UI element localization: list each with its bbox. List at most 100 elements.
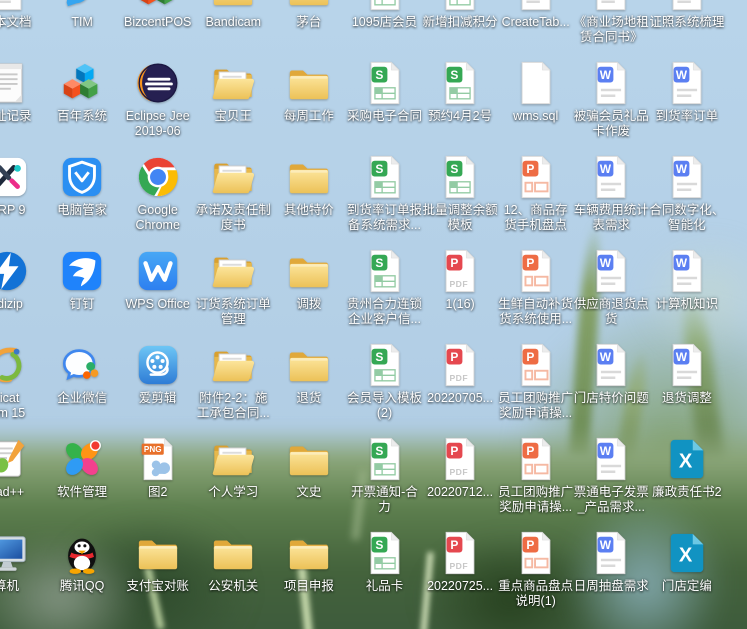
desktop-icon[interactable]: 宝贝王 (195, 60, 271, 124)
desktop-icon[interactable]: 其他特价 (271, 154, 347, 218)
desktop-icon[interactable]: 百年系统 (44, 60, 120, 124)
desktop-icon[interactable]: 网址记录 (0, 60, 45, 124)
desktop-icon[interactable]: PPDF20220725... (422, 530, 498, 594)
desktop-icon[interactable]: 软件管理 (44, 436, 120, 500)
desktop-icon[interactable]: 承诺及责任制 度书 (195, 154, 271, 233)
desktop-icon[interactable]: W退货调整 (649, 342, 725, 406)
icon-label: 票通电子发票 _产品需求... (573, 485, 649, 515)
desktop-icon[interactable]: W 门店特价问题 (573, 342, 649, 406)
svg-text:X: X (679, 451, 693, 473)
word-doc-icon: W (664, 60, 710, 106)
desktop-icon[interactable]: 钉钉 (44, 248, 120, 312)
svg-text:S: S (451, 162, 459, 176)
desktop-icon[interactable]: 支付宝对账 (120, 530, 196, 594)
desktop-icon[interactable]: CreateTab... (498, 0, 574, 30)
icon-label: 钉钉 (44, 297, 120, 312)
desktop-icon[interactable]: 茅台 (271, 0, 347, 30)
desktop-icon[interactable]: S开票通知-合 力 (347, 436, 423, 515)
x-doc-icon: X (664, 530, 710, 576)
desktop-icon[interactable]: S新增扣减积分 (422, 0, 498, 30)
desktop-icon[interactable]: W车辆费用统计 表需求 (573, 154, 649, 233)
desktop-icon[interactable]: 附件2-2：施 工承包合同... (195, 342, 271, 421)
desktop-icon[interactable]: S1095店会员 (347, 0, 423, 30)
desktop-icon[interactable]: 调拨 (271, 248, 347, 312)
icon-label: 预约4月2号 (422, 109, 498, 124)
desktop-icon[interactable]: Eclipse Jee 2019-06 (120, 60, 196, 139)
desktop-icon[interactable]: S到货率订单报 备系统需求... (347, 154, 423, 233)
desktop-icon[interactable]: S采购电子合同 (347, 60, 423, 124)
desktop-icon[interactable]: 退货 (271, 342, 347, 406)
svg-text:PDF: PDF (450, 561, 469, 571)
icon-label: 算机 (0, 579, 45, 594)
desktop-icon[interactable]: TIM (44, 0, 120, 30)
desktop-icon[interactable]: PNG图2 (120, 436, 196, 500)
svg-text:X: X (679, 545, 693, 567)
icon-label: Bandicam (195, 15, 271, 30)
pdf-doc-icon: PPDF (437, 248, 483, 294)
desktop-icon[interactable]: pad++ (0, 436, 45, 500)
desktop-icon[interactable]: 证照系统梳理 (649, 0, 725, 30)
svg-text:S: S (375, 68, 383, 82)
icon-label: 到货率订单 (649, 109, 725, 124)
icon-label: 门店特价问题 (573, 391, 649, 406)
icon-label: 软件管理 (44, 485, 120, 500)
desktop-icon[interactable]: S礼品卡 (347, 530, 423, 594)
desktop-icon[interactable]: wms.sql (498, 60, 574, 124)
desktop-icon[interactable]: 公安机关 (195, 530, 271, 594)
desktop-icon[interactable]: PPDF20220705... (422, 342, 498, 406)
desktop-icon[interactable]: BizcentPOS (120, 0, 196, 30)
desktop-icon[interactable]: W被骗会员礼品 卡作废 (573, 60, 649, 139)
desktop-icon[interactable]: 项目申报 (271, 530, 347, 594)
icon-label: 被骗会员礼品 卡作废 (573, 109, 649, 139)
desktop-icon[interactable]: Bandicam (195, 0, 271, 30)
desktop-icon[interactable]: PPDF1(16) (422, 248, 498, 312)
desktop-icon[interactable]: S批量调整余额 模板 (422, 154, 498, 233)
desktop-icon[interactable]: 电脑管家 (44, 154, 120, 218)
desktop-icon[interactable]: P重点商品盘点 说明(1) (498, 530, 574, 609)
desktop-icon[interactable]: S会员导入模板 (2) (347, 342, 423, 421)
desktop-icon[interactable]: 算机 (0, 530, 45, 594)
icon-label: 礼品卡 (347, 579, 423, 594)
desktop-icon[interactable]: 文本文档 (0, 0, 45, 30)
desktop-icon[interactable]: W计算机知识 (649, 248, 725, 312)
desktop-icon[interactable]: W日周抽盘需求 (573, 530, 649, 594)
navicat-icon (0, 342, 30, 388)
desktop-icon[interactable]: vicat ium 15 (0, 342, 45, 421)
pdf-doc-icon: PPDF (437, 530, 483, 576)
eclipse-icon (135, 60, 181, 106)
desktop-icon[interactable]: 文史 (271, 436, 347, 500)
desktop-icon[interactable]: 腾讯QQ (44, 530, 120, 594)
desktop-icon[interactable]: S贵州合力连锁 企业客户信... (347, 248, 423, 327)
desktop-icon[interactable]: 每周工作 (271, 60, 347, 124)
desktop-icon[interactable]: W 到货率订单 (649, 60, 725, 124)
desktop-icon[interactable]: P12、商品存 货手机盘点 (498, 154, 574, 233)
desktop-icon[interactable]: W票通电子发票 _产品需求... (573, 436, 649, 515)
desktop-icon[interactable]: P员工团购推广 奖励申请操... (498, 436, 574, 515)
desktop-icon[interactable]: P生鲜自动补货 货系统使用... (498, 248, 574, 327)
x-doc-icon: X (664, 436, 710, 482)
desktop-icon[interactable]: e RP 9 (0, 154, 45, 218)
wps-sheet-icon: S (362, 0, 408, 12)
notepad-icon (0, 60, 30, 106)
word-doc-icon: W (664, 248, 710, 294)
desktop-icon[interactable]: WPS Office (120, 248, 196, 312)
desktop-icon[interactable]: 《商业场地租 赁合同书》 (573, 0, 649, 45)
desktop-icon[interactable]: P员工团购推广 奖励申请操... (498, 342, 574, 421)
petals-icon (59, 436, 105, 482)
desktop-icon[interactable]: W供应商退货点 货 (573, 248, 649, 327)
svg-text:W: W (600, 350, 612, 364)
desktop-icon[interactable]: W合同数字化、 智能化 (649, 154, 725, 233)
desktop-icon[interactable]: S预约4月2号 (422, 60, 498, 124)
desktop-icon[interactable]: 企业微信 (44, 342, 120, 406)
desktop-icon[interactable]: Google Chrome (120, 154, 196, 233)
icon-label: 宝贝王 (195, 109, 271, 124)
desktop-icon[interactable]: X廉政责任书2 (649, 436, 725, 500)
desktop-icon[interactable]: 个人学习 (195, 436, 271, 500)
desktop-icon[interactable]: X门店定编 (649, 530, 725, 594)
desktop-icon[interactable]: 订货系统订单 管理 (195, 248, 271, 327)
desktop-surface[interactable]: 文本文档TIMBizcentPOSBandicam茅台S1095店会员S新增扣减… (0, 0, 747, 629)
icon-label: 开票通知-合 力 (347, 485, 423, 515)
desktop-icon[interactable]: ndizip (0, 248, 45, 312)
desktop-icon[interactable]: PPDF20220712... (422, 436, 498, 500)
desktop-icon[interactable]: 爱剪辑 (120, 342, 196, 406)
